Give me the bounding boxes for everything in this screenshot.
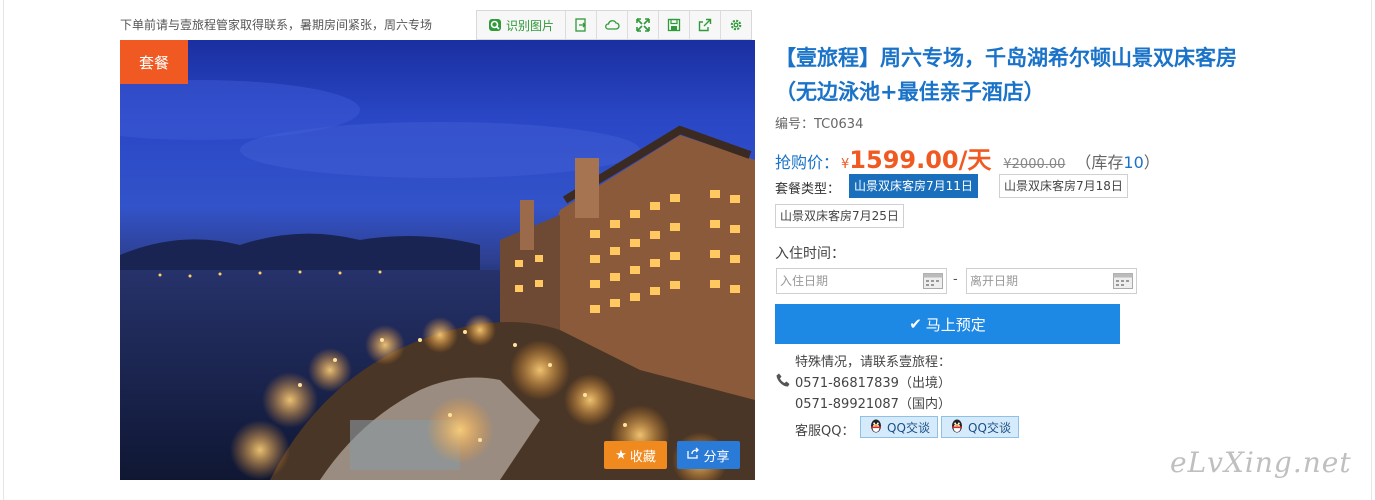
settings-icon xyxy=(730,19,742,31)
price-label: 抢购价： xyxy=(775,153,840,172)
stock-count: 10 xyxy=(1123,153,1144,172)
checkin-placeholder: 入住日期 xyxy=(780,274,829,288)
expand-icon xyxy=(636,18,650,32)
package-option[interactable]: 山景双床客房7月18日 xyxy=(999,174,1128,198)
package-type-label: 套餐类型： xyxy=(775,182,841,197)
product-title: 【壹旅程】周六专场，千岛湖希尔顿山景双床客房（无边泳池+最佳亲子酒店） xyxy=(775,46,1237,104)
checkout-placeholder: 离开日期 xyxy=(970,274,1019,288)
share-label: 分享 xyxy=(703,449,730,465)
package-badge: 套餐 xyxy=(120,40,188,84)
favorite-label: 收藏 xyxy=(629,449,656,465)
export-button[interactable] xyxy=(565,11,596,39)
package-option[interactable]: 山景双床客房7月25日 xyxy=(775,204,904,228)
qq-label: 客服QQ： xyxy=(795,424,855,439)
notice-text: 下单前请与壹旅程管家取得联系，暑期房间紧张，周六专场 xyxy=(120,18,433,32)
qq-chat-label: QQ交谈 xyxy=(887,420,930,435)
sale-price: 1599.00/天 xyxy=(849,146,992,174)
check-icon: ✔ xyxy=(909,315,922,333)
calendar-icon xyxy=(1113,273,1133,289)
save-button[interactable] xyxy=(658,11,689,39)
cloud-button[interactable] xyxy=(596,11,627,39)
hotel-night-scene xyxy=(120,80,755,480)
ocr-label: 识别图片 xyxy=(505,18,554,33)
checkout-date-input[interactable]: 离开日期 xyxy=(966,268,1137,294)
price-row: 抢购价： ¥ 1599.00/天 ¥2000.00 （库存10） xyxy=(775,140,1160,175)
save-icon xyxy=(667,18,681,32)
book-now-button[interactable]: ✔ 马上预定 xyxy=(775,304,1120,344)
original-price: ¥2000.00 xyxy=(1003,157,1066,172)
site-watermark: eLvXing.net xyxy=(1170,446,1352,479)
hotel-photo: 套餐 ★ 收藏 分享 xyxy=(120,40,755,480)
package-option[interactable]: 山景双床客房7月11日 xyxy=(849,174,978,198)
star-icon: ★ xyxy=(615,447,627,463)
phone-icon xyxy=(775,372,792,393)
qq-chat-button[interactable]: QQ交谈 xyxy=(860,416,938,438)
phone-outbound: 0571-86817839（出境） xyxy=(795,376,951,391)
penguin-icon xyxy=(949,418,965,437)
export-icon xyxy=(575,18,586,32)
calendar-icon xyxy=(923,273,943,289)
stock-info: （库存10） xyxy=(1075,153,1160,172)
image-toolbar: 识别图片 xyxy=(476,10,752,40)
settings-button[interactable] xyxy=(720,11,751,39)
contact-intro: 特殊情况，请联系壹旅程： xyxy=(795,355,952,370)
penguin-icon xyxy=(868,418,884,437)
share-out-button[interactable] xyxy=(689,11,720,39)
share-button[interactable]: 分享 xyxy=(677,441,740,469)
share-icon xyxy=(687,447,700,463)
checkin-time-label: 入住时间： xyxy=(775,246,845,262)
book-now-label: 马上预定 xyxy=(925,315,986,334)
ocr-button[interactable]: 识别图片 xyxy=(477,11,565,39)
favorite-button[interactable]: ★ 收藏 xyxy=(604,441,667,469)
share-out-icon xyxy=(698,18,712,32)
ocr-icon xyxy=(488,18,502,32)
qq-chat-label: QQ交谈 xyxy=(968,420,1011,435)
product-code: 编号：TC0634 xyxy=(775,117,864,132)
expand-button[interactable] xyxy=(627,11,658,39)
currency-symbol: ¥ xyxy=(841,157,850,172)
checkin-date-input[interactable]: 入住日期 xyxy=(776,268,947,294)
qq-chat-button[interactable]: QQ交谈 xyxy=(941,416,1019,438)
phone-domestic: 0571-89921087（国内） xyxy=(795,397,951,412)
cloud-icon xyxy=(605,20,620,30)
date-separator: - xyxy=(953,272,958,287)
